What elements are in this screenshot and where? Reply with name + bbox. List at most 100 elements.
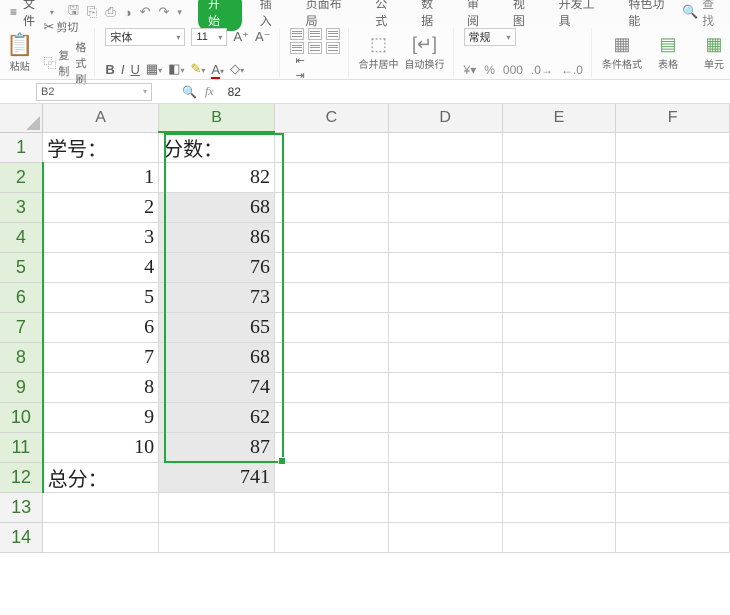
cell-F9[interactable] — [616, 373, 730, 403]
col-header-D[interactable]: D — [388, 104, 502, 132]
tab-开发工具[interactable]: 开发工具 — [555, 0, 611, 31]
row-header-12[interactable]: 12 — [0, 463, 43, 493]
cell-E8[interactable] — [502, 343, 616, 373]
select-all-corner[interactable] — [0, 104, 43, 132]
cell-B5[interactable]: 76 — [159, 253, 275, 283]
cell-D6[interactable] — [388, 283, 502, 313]
font-name-select[interactable]: 宋体▾ — [105, 28, 185, 46]
cell-D12[interactable] — [388, 463, 502, 493]
cell-B8[interactable]: 68 — [159, 343, 275, 373]
cell-C7[interactable] — [274, 313, 388, 343]
decrease-decimal-button[interactable]: ←.0 — [561, 63, 583, 77]
cell-B12[interactable]: 741 — [159, 463, 275, 493]
cell-A13[interactable] — [43, 493, 159, 523]
row-header-4[interactable]: 4 — [0, 223, 43, 253]
tab-视图[interactable]: 视图 — [509, 0, 541, 31]
indent-decrease-button[interactable]: ⇤ — [296, 54, 340, 67]
cell-F14[interactable] — [616, 523, 730, 553]
undo-icon[interactable]: ↶ — [140, 4, 151, 20]
row-header-10[interactable]: 10 — [0, 403, 43, 433]
align-buttons[interactable] — [290, 28, 340, 54]
cell-C6[interactable] — [274, 283, 388, 313]
cell-style-button[interactable]: ▦单元 — [694, 34, 730, 71]
cell-D14[interactable] — [388, 523, 502, 553]
cell-B6[interactable]: 73 — [159, 283, 275, 313]
font-color-button[interactable]: A▾ — [211, 62, 224, 77]
cell-C12[interactable] — [274, 463, 388, 493]
borders-button[interactable]: ▦▾ — [146, 61, 162, 77]
paste-button[interactable]: 📋 粘贴 — [6, 32, 37, 73]
cell-A10[interactable]: 9 — [43, 403, 159, 433]
qat-caret-icon[interactable]: ▾ — [177, 7, 182, 18]
cell-F2[interactable] — [616, 163, 730, 193]
cell-D3[interactable] — [388, 193, 502, 223]
row-header-1[interactable]: 1 — [0, 132, 43, 163]
cell-C8[interactable] — [274, 343, 388, 373]
row-header-14[interactable]: 14 — [0, 523, 43, 553]
cell-C5[interactable] — [274, 253, 388, 283]
copy-button[interactable]: ⿻复制 — [43, 47, 69, 79]
bold-button[interactable]: B — [105, 62, 114, 77]
cell-A6[interactable]: 5 — [43, 283, 159, 313]
cell-A14[interactable] — [43, 523, 159, 553]
cell-E10[interactable] — [502, 403, 616, 433]
italic-button[interactable]: I — [121, 62, 125, 77]
cell-D5[interactable] — [388, 253, 502, 283]
cell-F7[interactable] — [616, 313, 730, 343]
tab-数据[interactable]: 数据 — [417, 0, 449, 31]
cell-C11[interactable] — [274, 433, 388, 463]
print-preview-icon[interactable]: ◑ — [124, 5, 132, 20]
cell-B10[interactable]: 62 — [159, 403, 275, 433]
cell-D11[interactable] — [388, 433, 502, 463]
table-style-button[interactable]: ▤表格 — [648, 34, 688, 71]
cell-C4[interactable] — [274, 223, 388, 253]
row-header-5[interactable]: 5 — [0, 253, 43, 283]
conditional-format-button[interactable]: ▦条件格式 — [602, 34, 642, 71]
row-header-13[interactable]: 13 — [0, 493, 43, 523]
row-header-7[interactable]: 7 — [0, 313, 43, 343]
col-header-E[interactable]: E — [502, 104, 616, 132]
redo-icon[interactable]: ↷ — [159, 4, 170, 20]
tab-公式[interactable]: 公式 — [371, 0, 403, 31]
comma-button[interactable]: 000 — [503, 63, 523, 77]
cell-F8[interactable] — [616, 343, 730, 373]
cell-D13[interactable] — [388, 493, 502, 523]
cell-A3[interactable]: 2 — [43, 193, 159, 223]
cell-E9[interactable] — [502, 373, 616, 403]
cell-B13[interactable] — [159, 493, 275, 523]
cell-C2[interactable] — [274, 163, 388, 193]
cell-B3[interactable]: 68 — [159, 193, 275, 223]
cell-C9[interactable] — [274, 373, 388, 403]
cell-F1[interactable] — [616, 132, 730, 163]
cell-B1[interactable]: 分数： — [159, 132, 275, 163]
sheet-area[interactable]: ABCDEF1学号：分数：218232684386547665737665876… — [0, 104, 730, 615]
cell-E14[interactable] — [502, 523, 616, 553]
wrap-text-button[interactable]: [↵]自动换行 — [405, 34, 445, 71]
currency-button[interactable]: ¥▾ — [464, 63, 477, 77]
cell-E11[interactable] — [502, 433, 616, 463]
row-header-3[interactable]: 3 — [0, 193, 43, 223]
cell-A4[interactable]: 3 — [43, 223, 159, 253]
font-size-select[interactable]: 11▾ — [191, 28, 227, 46]
cell-F3[interactable] — [616, 193, 730, 223]
cell-A5[interactable]: 4 — [43, 253, 159, 283]
cell-F13[interactable] — [616, 493, 730, 523]
cell-A2[interactable]: 1 — [43, 163, 159, 193]
increase-font-button[interactable]: A⁺ — [233, 29, 249, 45]
cell-C14[interactable] — [274, 523, 388, 553]
cell-B9[interactable]: 74 — [159, 373, 275, 403]
indent-increase-button[interactable]: ⇥ — [296, 69, 340, 82]
cell-A11[interactable]: 10 — [43, 433, 159, 463]
cell-E13[interactable] — [502, 493, 616, 523]
tab-页面布局[interactable]: 页面布局 — [302, 0, 358, 31]
row-header-9[interactable]: 9 — [0, 373, 43, 403]
cell-B14[interactable] — [159, 523, 275, 553]
cell-B11[interactable]: 87 — [159, 433, 275, 463]
fx-icon[interactable]: fx — [205, 84, 214, 99]
fill-color-button[interactable]: ◧▾ — [168, 61, 184, 77]
cell-C1[interactable] — [274, 132, 388, 163]
cell-E2[interactable] — [502, 163, 616, 193]
cell-C13[interactable] — [274, 493, 388, 523]
cell-B4[interactable]: 86 — [159, 223, 275, 253]
cell-B7[interactable]: 65 — [159, 313, 275, 343]
